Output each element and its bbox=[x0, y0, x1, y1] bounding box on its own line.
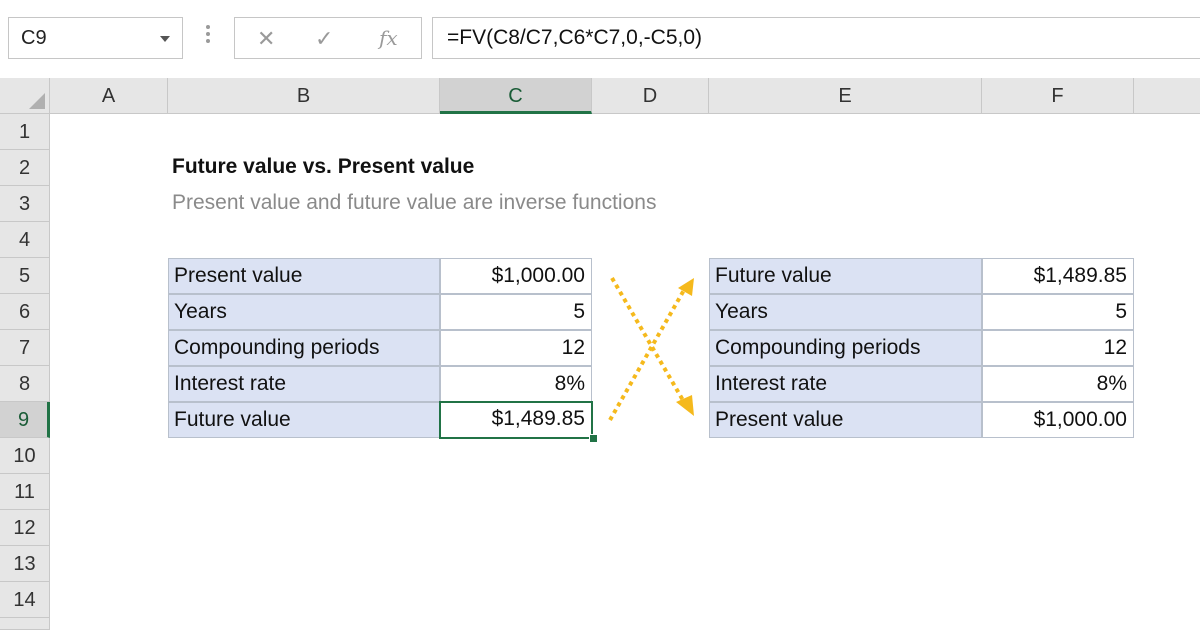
crossing-arrows-icon bbox=[608, 276, 694, 421]
